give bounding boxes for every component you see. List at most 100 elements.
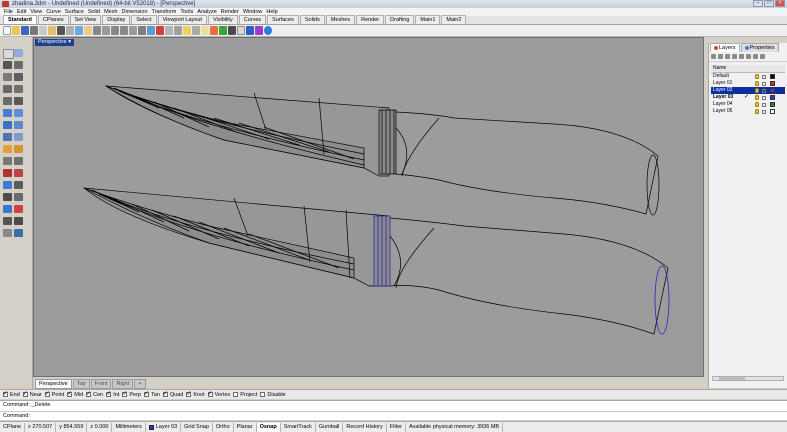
save-icon[interactable] xyxy=(21,26,29,35)
command-line[interactable]: Command: xyxy=(0,411,787,420)
zoom-selected-icon[interactable] xyxy=(129,26,137,35)
tab-meshes[interactable]: Meshes xyxy=(325,15,356,24)
rotate-icon[interactable] xyxy=(3,205,12,213)
osnap-checkbox[interactable] xyxy=(106,390,111,397)
delete-layer-icon[interactable] xyxy=(725,54,730,59)
tab-main2[interactable]: Main2 xyxy=(441,15,467,24)
osnap-checkbox[interactable] xyxy=(207,390,213,397)
ellipse-icon[interactable] xyxy=(3,97,12,105)
layer-row-current[interactable]: Layer 03 ✓ xyxy=(711,94,785,101)
tab-solids[interactable]: Solids xyxy=(299,15,325,24)
add-viewport-tab-button[interactable]: + xyxy=(134,379,146,389)
layer-visible-bulb-icon[interactable] xyxy=(755,109,759,114)
units-indicator[interactable]: Millimeters xyxy=(112,422,146,432)
cplane-indicator[interactable]: CPlane xyxy=(0,422,26,432)
surface-icon[interactable] xyxy=(3,109,12,117)
osnap-checkbox[interactable] xyxy=(67,390,72,397)
zoom-extents-icon[interactable] xyxy=(120,26,128,35)
tab-top[interactable]: Top xyxy=(72,379,90,389)
layer-lock-icon[interactable] xyxy=(762,96,766,100)
smarttrack-toggle[interactable]: SmartTrack xyxy=(281,422,316,432)
osnap-int[interactable]: Int xyxy=(106,390,119,398)
sphere-solid-icon[interactable] xyxy=(14,121,23,129)
osnap-checkbox[interactable] xyxy=(162,390,168,397)
layer-visible-bulb-icon[interactable] xyxy=(755,95,759,100)
dimension-icon[interactable] xyxy=(3,145,12,153)
array-icon[interactable] xyxy=(3,217,12,225)
osnap-checkbox[interactable] xyxy=(186,390,191,397)
named-view-icon[interactable] xyxy=(174,26,182,35)
osnap-knot[interactable]: Knot xyxy=(186,390,205,398)
layer-icon[interactable] xyxy=(201,26,209,35)
mirror-icon[interactable] xyxy=(14,205,23,213)
osnap-checkbox[interactable] xyxy=(122,390,127,397)
current-layer-indicator[interactable]: Layer 03 xyxy=(146,422,182,432)
tab-set-view[interactable]: Set View xyxy=(69,15,102,24)
layer-row[interactable]: Layer 05 xyxy=(711,108,785,115)
layer-color-swatch[interactable] xyxy=(770,81,775,86)
rectangle-icon[interactable] xyxy=(3,85,12,93)
layer-visible-bulb-icon[interactable] xyxy=(755,81,759,86)
solid-box-icon[interactable] xyxy=(3,121,12,129)
current-layer-check[interactable]: ✓ xyxy=(744,94,749,101)
layer-lock-icon[interactable] xyxy=(762,110,766,114)
copy-object-icon[interactable] xyxy=(14,193,23,201)
scrollbar-thumb[interactable] xyxy=(719,377,745,380)
layer-color-swatch[interactable] xyxy=(770,109,775,114)
mesh-icon[interactable] xyxy=(3,133,12,141)
osnap-checkbox[interactable] xyxy=(44,390,50,397)
layer-visible-bulb-icon[interactable] xyxy=(755,102,759,107)
osnap-project[interactable]: Project xyxy=(233,392,257,398)
render-tool-icon[interactable] xyxy=(14,229,23,237)
minimize-button[interactable]: – xyxy=(753,0,763,7)
grid-snap-toggle[interactable]: Grid Snap xyxy=(181,422,213,432)
new-sublayer-icon[interactable] xyxy=(718,54,723,59)
lock-icon[interactable] xyxy=(192,26,200,35)
move-down-icon[interactable] xyxy=(739,54,744,59)
analyze-icon[interactable] xyxy=(3,229,12,237)
material-icon[interactable] xyxy=(219,26,227,35)
select-arrow-icon[interactable] xyxy=(3,49,14,59)
layer-lock-icon[interactable] xyxy=(762,103,766,107)
layer-lock-icon[interactable] xyxy=(762,75,766,79)
cplane-icon[interactable] xyxy=(165,26,173,35)
split-icon[interactable] xyxy=(14,169,23,177)
osnap-checkbox[interactable] xyxy=(143,390,149,397)
perspective-viewport[interactable]: Perspective ▾ xyxy=(33,37,704,377)
light-bulb-icon[interactable] xyxy=(183,26,191,35)
offset-icon[interactable] xyxy=(14,157,23,165)
record-history-toggle[interactable]: Record History xyxy=(343,422,387,432)
layer-visible-bulb-icon[interactable] xyxy=(755,88,759,93)
cut-icon[interactable] xyxy=(57,26,65,35)
copy-icon[interactable] xyxy=(66,26,74,35)
layer-lock-icon[interactable] xyxy=(762,82,766,86)
shaded-display-icon[interactable] xyxy=(228,26,236,35)
tab-main1[interactable]: Main1 xyxy=(415,15,441,24)
help-icon[interactable] xyxy=(264,26,272,35)
extrude-icon[interactable] xyxy=(14,109,23,117)
layer-color-swatch[interactable] xyxy=(770,74,775,79)
object-properties-icon[interactable] xyxy=(237,26,245,35)
tab-viewport-layout[interactable]: Viewport Layout xyxy=(157,15,207,24)
render-icon[interactable] xyxy=(210,26,218,35)
pan-hand-icon[interactable] xyxy=(84,26,92,35)
grid-icon[interactable] xyxy=(147,26,155,35)
tab-perspective[interactable]: Perspective xyxy=(35,379,72,389)
tab-curves[interactable]: Curves xyxy=(238,15,267,24)
layer-color-swatch[interactable] xyxy=(770,95,775,100)
curve-icon[interactable] xyxy=(14,61,23,69)
osnap-tan[interactable]: Tan xyxy=(143,390,160,398)
import-icon[interactable] xyxy=(39,26,47,35)
osnap-perp[interactable]: Perp xyxy=(122,390,141,398)
osnap-quad[interactable]: Quad xyxy=(162,390,183,398)
undo-icon[interactable] xyxy=(75,26,83,35)
open-folder-icon[interactable] xyxy=(12,26,20,35)
check-icon[interactable] xyxy=(14,217,23,225)
gumball-toggle[interactable]: Gumball xyxy=(316,422,344,432)
osnap-near[interactable]: Near xyxy=(22,390,42,398)
osnap-toggle[interactable]: Osnap xyxy=(256,422,281,432)
osnap-checkbox[interactable] xyxy=(3,390,8,397)
move-to-parent-icon[interactable] xyxy=(746,54,751,59)
layer-options-icon[interactable] xyxy=(760,54,765,59)
tab-visibility[interactable]: Visibility xyxy=(207,15,238,24)
